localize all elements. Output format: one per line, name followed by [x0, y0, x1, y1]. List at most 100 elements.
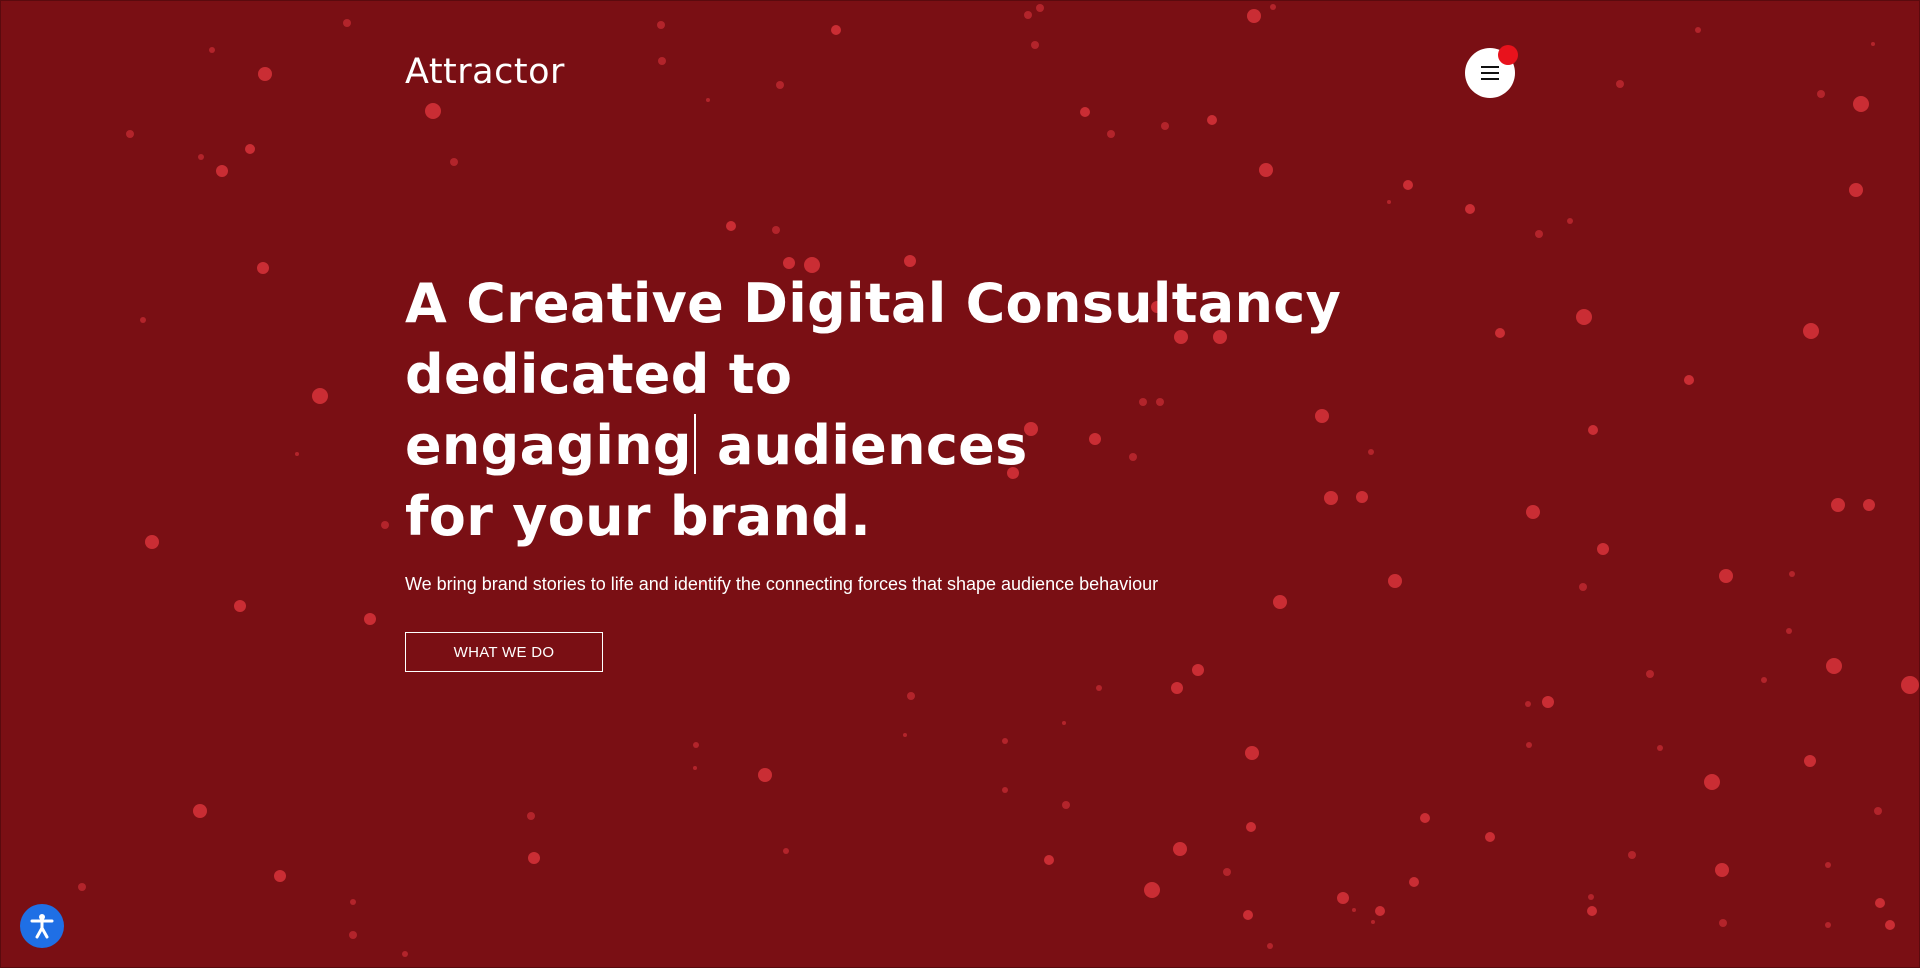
particle: [528, 852, 540, 864]
particle: [140, 317, 146, 323]
particle: [904, 255, 916, 267]
particle: [1588, 894, 1594, 900]
particle: [527, 812, 535, 820]
particle: [1576, 309, 1592, 325]
headline-line-3: engaging audiences: [405, 410, 1405, 481]
particle: [274, 870, 286, 882]
particle: [1874, 807, 1882, 815]
particle: [726, 221, 736, 231]
particle: [1804, 755, 1816, 767]
particle: [1485, 832, 1495, 842]
particle: [1588, 425, 1598, 435]
typed-word: engaging: [405, 414, 692, 477]
particle: [1863, 499, 1875, 511]
particle: [1495, 328, 1505, 338]
particle: [1096, 685, 1102, 691]
particle: [245, 144, 255, 154]
headline-line-4: for your brand.: [405, 485, 872, 548]
particle: [1719, 569, 1733, 583]
particle: [381, 521, 389, 529]
particle: [1161, 122, 1169, 130]
accessibility-icon: [30, 914, 54, 939]
particle: [1002, 787, 1008, 793]
particle: [1525, 701, 1531, 707]
accessibility-button[interactable]: [20, 904, 64, 948]
particle: [1036, 4, 1044, 12]
particle: [312, 388, 328, 404]
particle: [658, 57, 666, 65]
particle: [1420, 813, 1430, 823]
particle: [1616, 80, 1624, 88]
hero-headline: A Creative Digital Consultancy dedicated…: [405, 268, 1405, 552]
what-we-do-button[interactable]: WHAT WE DO: [405, 632, 603, 672]
particle: [343, 19, 351, 27]
hero: A Creative Digital Consultancy dedicated…: [405, 268, 1405, 552]
particle: [1597, 543, 1609, 555]
particle: [903, 733, 907, 737]
particle: [783, 848, 789, 854]
particle: [1715, 863, 1729, 877]
particle: [1080, 107, 1090, 117]
headline-word-audiences: audiences: [716, 414, 1028, 477]
particle: [693, 742, 699, 748]
particle: [1246, 822, 1256, 832]
particle: [450, 158, 458, 166]
particle: [1031, 41, 1039, 49]
particle: [1387, 200, 1391, 204]
particle: [772, 226, 780, 234]
particle: [1789, 571, 1795, 577]
particle: [693, 766, 697, 770]
particle: [1207, 115, 1217, 125]
particle: [1267, 943, 1273, 949]
particle: [209, 47, 215, 53]
particle: [402, 951, 408, 957]
particle: [1826, 658, 1842, 674]
particle: [706, 98, 710, 102]
particle: [1567, 218, 1573, 224]
particle: [1024, 11, 1032, 19]
particle: [1144, 882, 1160, 898]
particle: [1044, 855, 1054, 865]
particle: [1817, 90, 1825, 98]
particle: [145, 535, 159, 549]
particle: [1243, 910, 1253, 920]
particle: [1107, 130, 1115, 138]
particle: [1526, 505, 1540, 519]
particle: [258, 67, 272, 81]
particle: [1171, 682, 1183, 694]
particle: [1352, 908, 1356, 912]
particle: [295, 452, 299, 456]
particle: [657, 21, 665, 29]
hamburger-menu-icon: [1481, 66, 1499, 80]
particle: [1173, 842, 1187, 856]
particle: [1403, 180, 1413, 190]
typing-cursor: [693, 414, 696, 474]
particle: [1223, 868, 1231, 876]
hero-subline: We bring brand stories to life and ident…: [405, 574, 1159, 594]
particle: [1192, 664, 1204, 676]
notification-dot: [1498, 45, 1518, 65]
particle: [1786, 628, 1792, 634]
particle: [216, 165, 228, 177]
particle: [1337, 892, 1349, 904]
particle: [78, 883, 86, 891]
particle: [198, 154, 204, 160]
particle: [1825, 922, 1831, 928]
particle: [1526, 742, 1532, 748]
attractor-logo[interactable]: Attractor: [405, 52, 565, 92]
particle: [1695, 27, 1701, 33]
particle: [1259, 163, 1273, 177]
particle: [1871, 42, 1875, 46]
particle: [1853, 96, 1869, 112]
particle: [1719, 919, 1727, 927]
particle: [1885, 920, 1895, 930]
particle: [257, 262, 269, 274]
particle: [1579, 583, 1587, 591]
particle: [1542, 696, 1554, 708]
particle: [1409, 877, 1419, 887]
particle: [1803, 323, 1819, 339]
particle: [776, 81, 784, 89]
particle: [1002, 738, 1008, 744]
particle: [1646, 670, 1654, 678]
particle: [1270, 4, 1276, 10]
